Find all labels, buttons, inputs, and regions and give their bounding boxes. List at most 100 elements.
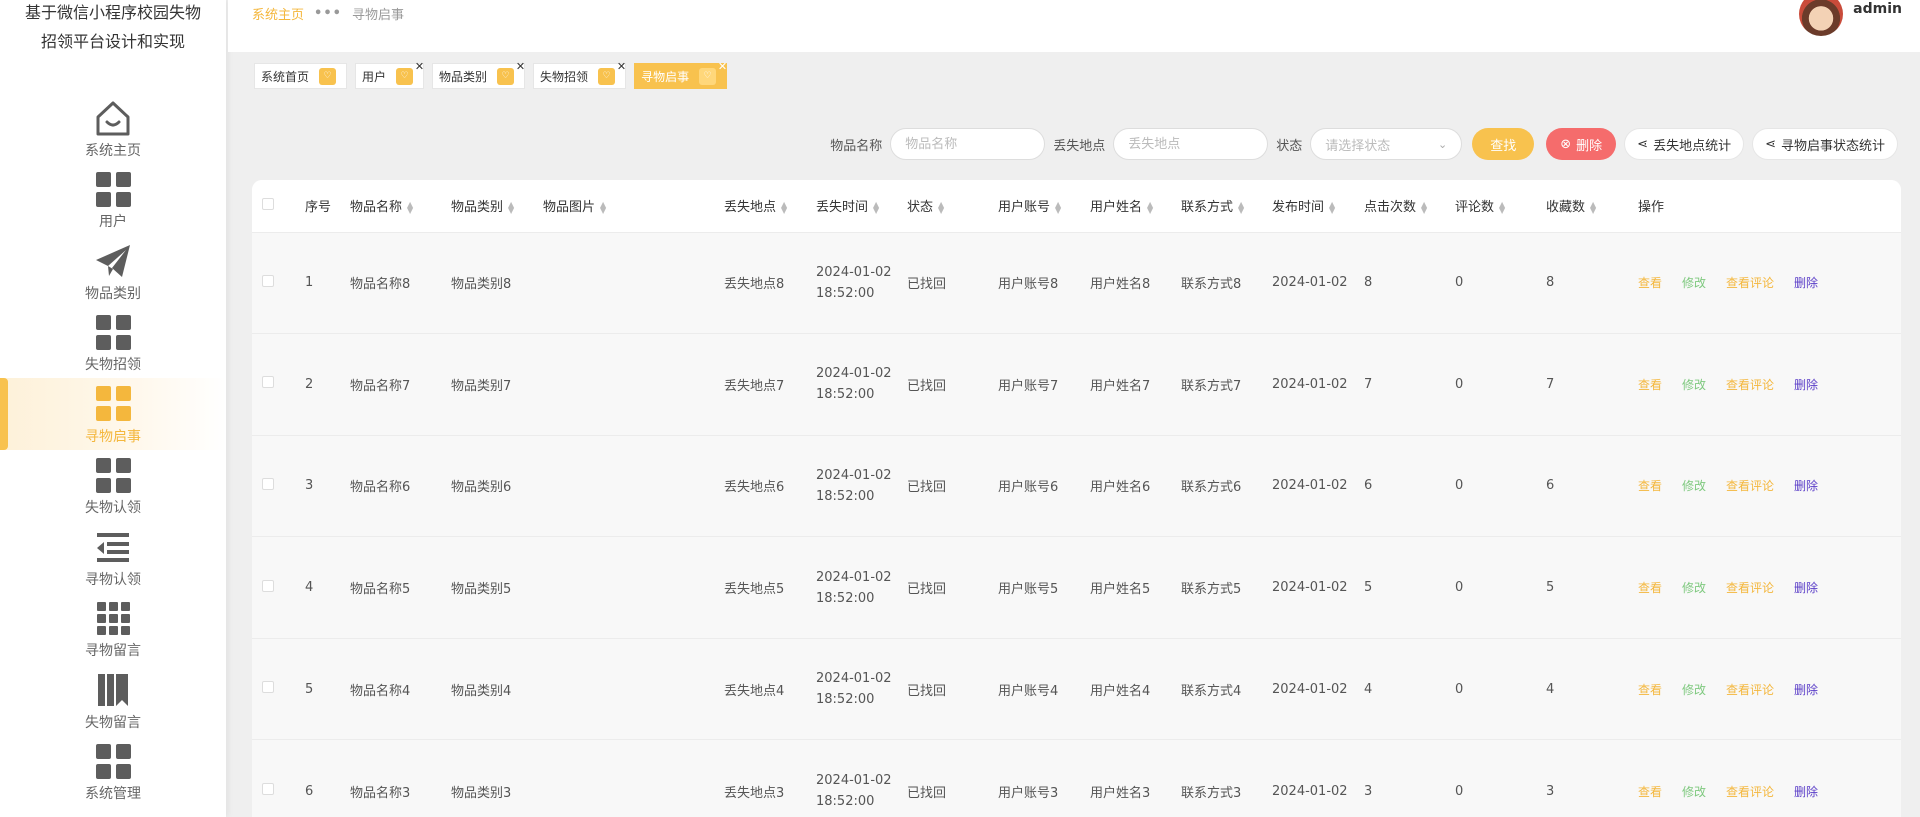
edit-link[interactable]: 修改 <box>1682 681 1706 698</box>
view-comments-link[interactable]: 查看评论 <box>1726 783 1774 800</box>
edit-link[interactable]: 修改 <box>1682 579 1706 596</box>
cell-name: 物品名称4 <box>350 683 411 699</box>
sort-icon: ▲ ▼ <box>938 199 945 215</box>
col-header-sortable[interactable]: 用户账号 ▲ ▼ <box>998 180 1090 232</box>
sidebar-item-users[interactable]: 用户 <box>0 164 226 236</box>
view-comments-link[interactable]: 查看评论 <box>1726 274 1774 291</box>
row-checkbox[interactable] <box>262 681 274 694</box>
cell-image <box>543 638 724 740</box>
row-checkbox[interactable] <box>262 376 274 389</box>
tab-category[interactable]: 物品类别 ♡ ✕ <box>432 60 526 89</box>
sidebar-item-category[interactable]: 物品类别 <box>0 235 226 307</box>
avatar[interactable] <box>1799 0 1844 36</box>
cell-name: 物品名称3 <box>350 785 411 801</box>
col-header-sortable[interactable]: 丢失时间 ▲ ▼ <box>816 180 907 232</box>
user-menu[interactable]: admin <box>1799 0 1902 36</box>
close-icon[interactable]: ✕ <box>415 60 424 73</box>
username[interactable]: admin <box>1853 1 1902 17</box>
sidebar-item-system[interactable]: 系统管理 <box>0 736 226 808</box>
view-link[interactable]: 查看 <box>1638 477 1662 494</box>
view-comments-link[interactable]: 查看评论 <box>1726 376 1774 393</box>
sidebar-item-claim-lost[interactable]: 寻物认领 <box>0 521 226 593</box>
col-header-sortable[interactable]: 评论数 ▲ ▼ <box>1455 180 1546 232</box>
view-comments-link[interactable]: 查看评论 <box>1726 579 1774 596</box>
col-header-sortable[interactable]: 丢失地点 ▲ ▼ <box>724 180 816 232</box>
sidebar-item-lost-notice[interactable]: 寻物启事 <box>0 378 226 450</box>
edit-link[interactable]: 修改 <box>1682 376 1706 393</box>
tab-icon: ♡ <box>699 67 717 85</box>
cell-user: 用户姓名6 <box>1090 480 1151 496</box>
tab-label: 系统首页 <box>261 69 310 84</box>
breadcrumb-home[interactable]: 系统主页 <box>252 4 304 23</box>
col-header-sortable[interactable]: 收藏数 ▲ ▼ <box>1546 180 1638 232</box>
edit-link[interactable]: 修改 <box>1682 274 1706 291</box>
tab-lost-found[interactable]: 失物招领 ♡ ✕ <box>533 60 627 89</box>
sidebar-item-found-messages[interactable]: 失物留言 <box>0 664 226 736</box>
view-comments-link[interactable]: 查看评论 <box>1726 681 1774 698</box>
edit-link[interactable]: 修改 <box>1682 783 1706 800</box>
view-link[interactable]: 查看 <box>1638 579 1662 596</box>
row-checkbox[interactable] <box>262 579 274 592</box>
sidebar-item-lost-found[interactable]: 失物招领 <box>0 307 226 379</box>
cell-actions: 查看 修改 查看评论 删除 <box>1638 435 1901 537</box>
delete-button[interactable]: ⊗ 删除 <box>1546 128 1617 160</box>
delete-link[interactable]: 删除 <box>1794 274 1818 291</box>
status-select-placeholder: 请选择状态 <box>1325 138 1391 154</box>
sort-icon: ▲ ▼ <box>1329 199 1336 215</box>
view-link[interactable]: 查看 <box>1638 681 1662 698</box>
delete-link[interactable]: 删除 <box>1794 681 1818 698</box>
sidebar-item-label: 寻物认领 <box>85 571 141 588</box>
close-icon[interactable]: ✕ <box>617 60 626 73</box>
edit-link[interactable]: 修改 <box>1682 477 1706 494</box>
row-checkbox[interactable] <box>262 477 274 490</box>
view-comments-link[interactable]: 查看评论 <box>1726 477 1774 494</box>
location-input[interactable] <box>1113 128 1269 160</box>
sidebar-item-home[interactable]: 系统主页 <box>0 92 226 164</box>
view-link[interactable]: 查看 <box>1638 274 1662 291</box>
status-select[interactable]: 请选择状态 ⌄ <box>1310 128 1463 160</box>
search-button[interactable]: 查找 <box>1472 128 1535 160</box>
cell-time: 18:52:00 <box>816 590 875 606</box>
delete-link[interactable]: 删除 <box>1794 783 1818 800</box>
sidebar-item-claim-found[interactable]: 失物认领 <box>0 450 226 522</box>
cell-status: 已找回 <box>907 785 947 801</box>
select-all-checkbox[interactable] <box>262 197 274 210</box>
col-header-sortable[interactable]: 物品类别 ▲ ▼ <box>451 180 543 232</box>
location-stats-button[interactable]: ⋖ 丢失地点统计 <box>1624 128 1745 160</box>
col-header-sortable[interactable]: 用户姓名 ▲ ▼ <box>1090 180 1181 232</box>
delete-link[interactable]: 删除 <box>1794 477 1818 494</box>
cell-favorites: 6 <box>1546 478 1555 494</box>
list-indent-icon <box>93 527 133 567</box>
cell-name: 物品名称6 <box>350 480 411 496</box>
cell-user: 用户姓名8 <box>1090 277 1151 293</box>
tab-lost-notice[interactable]: 寻物启事 ♡ ✕ <box>634 60 728 89</box>
col-header-sortable[interactable]: 联系方式 ▲ ▼ <box>1181 180 1272 232</box>
table-row: 2 物品名称7 物品类别7 丢失地点7 2024-01-02 18:52:00 已找回 用户账… <box>252 333 1901 436</box>
item-name-input[interactable] <box>890 128 1046 160</box>
col-header-sortable[interactable]: 物品名称 ▲ ▼ <box>350 180 451 232</box>
view-link[interactable]: 查看 <box>1638 376 1662 393</box>
row-checkbox[interactable] <box>262 783 274 796</box>
tab-home[interactable]: 系统首页 ♡ <box>254 63 348 89</box>
delete-link[interactable]: 删除 <box>1794 579 1818 596</box>
tab-users[interactable]: 用户 ♡ ✕ <box>355 60 425 89</box>
cell-contact: 联系方式6 <box>1181 480 1242 496</box>
tab-label: 寻物启事 <box>641 69 690 84</box>
col-header-sortable[interactable]: 物品图片 ▲ ▼ <box>543 180 724 232</box>
view-link[interactable]: 查看 <box>1638 783 1662 800</box>
col-header-sortable[interactable]: 状态 ▲ ▼ <box>907 180 998 232</box>
status-stats-button[interactable]: ⋖ 寻物启事状态统计 <box>1752 128 1898 160</box>
close-icon[interactable]: ✕ <box>516 60 525 73</box>
col-header-sortable[interactable]: 点击次数 ▲ ▼ <box>1364 180 1455 232</box>
breadcrumb-separator: ••• <box>314 6 342 21</box>
cell-lost-time: 2024-01-02 18:52:00 <box>816 232 907 334</box>
row-checkbox[interactable] <box>262 274 274 287</box>
cell-lost-time: 2024-01-02 18:52:00 <box>816 740 907 817</box>
sidebar-item-lost-messages[interactable]: 寻物留言 <box>0 593 226 665</box>
close-icon[interactable]: ✕ <box>718 60 727 73</box>
search-bar: 物品名称 丢失地点 状态 请选择状态 ⌄ 查找 ⊗ 删除 ⋖ 丢失地点统计 ⋖ … <box>830 128 1898 160</box>
col-header-sortable[interactable]: 发布时间 ▲ ▼ <box>1272 180 1364 232</box>
delete-link[interactable]: 删除 <box>1794 376 1818 393</box>
cell-time: 18:52:00 <box>816 387 875 403</box>
close-circle-icon: ⊗ <box>1560 136 1572 152</box>
